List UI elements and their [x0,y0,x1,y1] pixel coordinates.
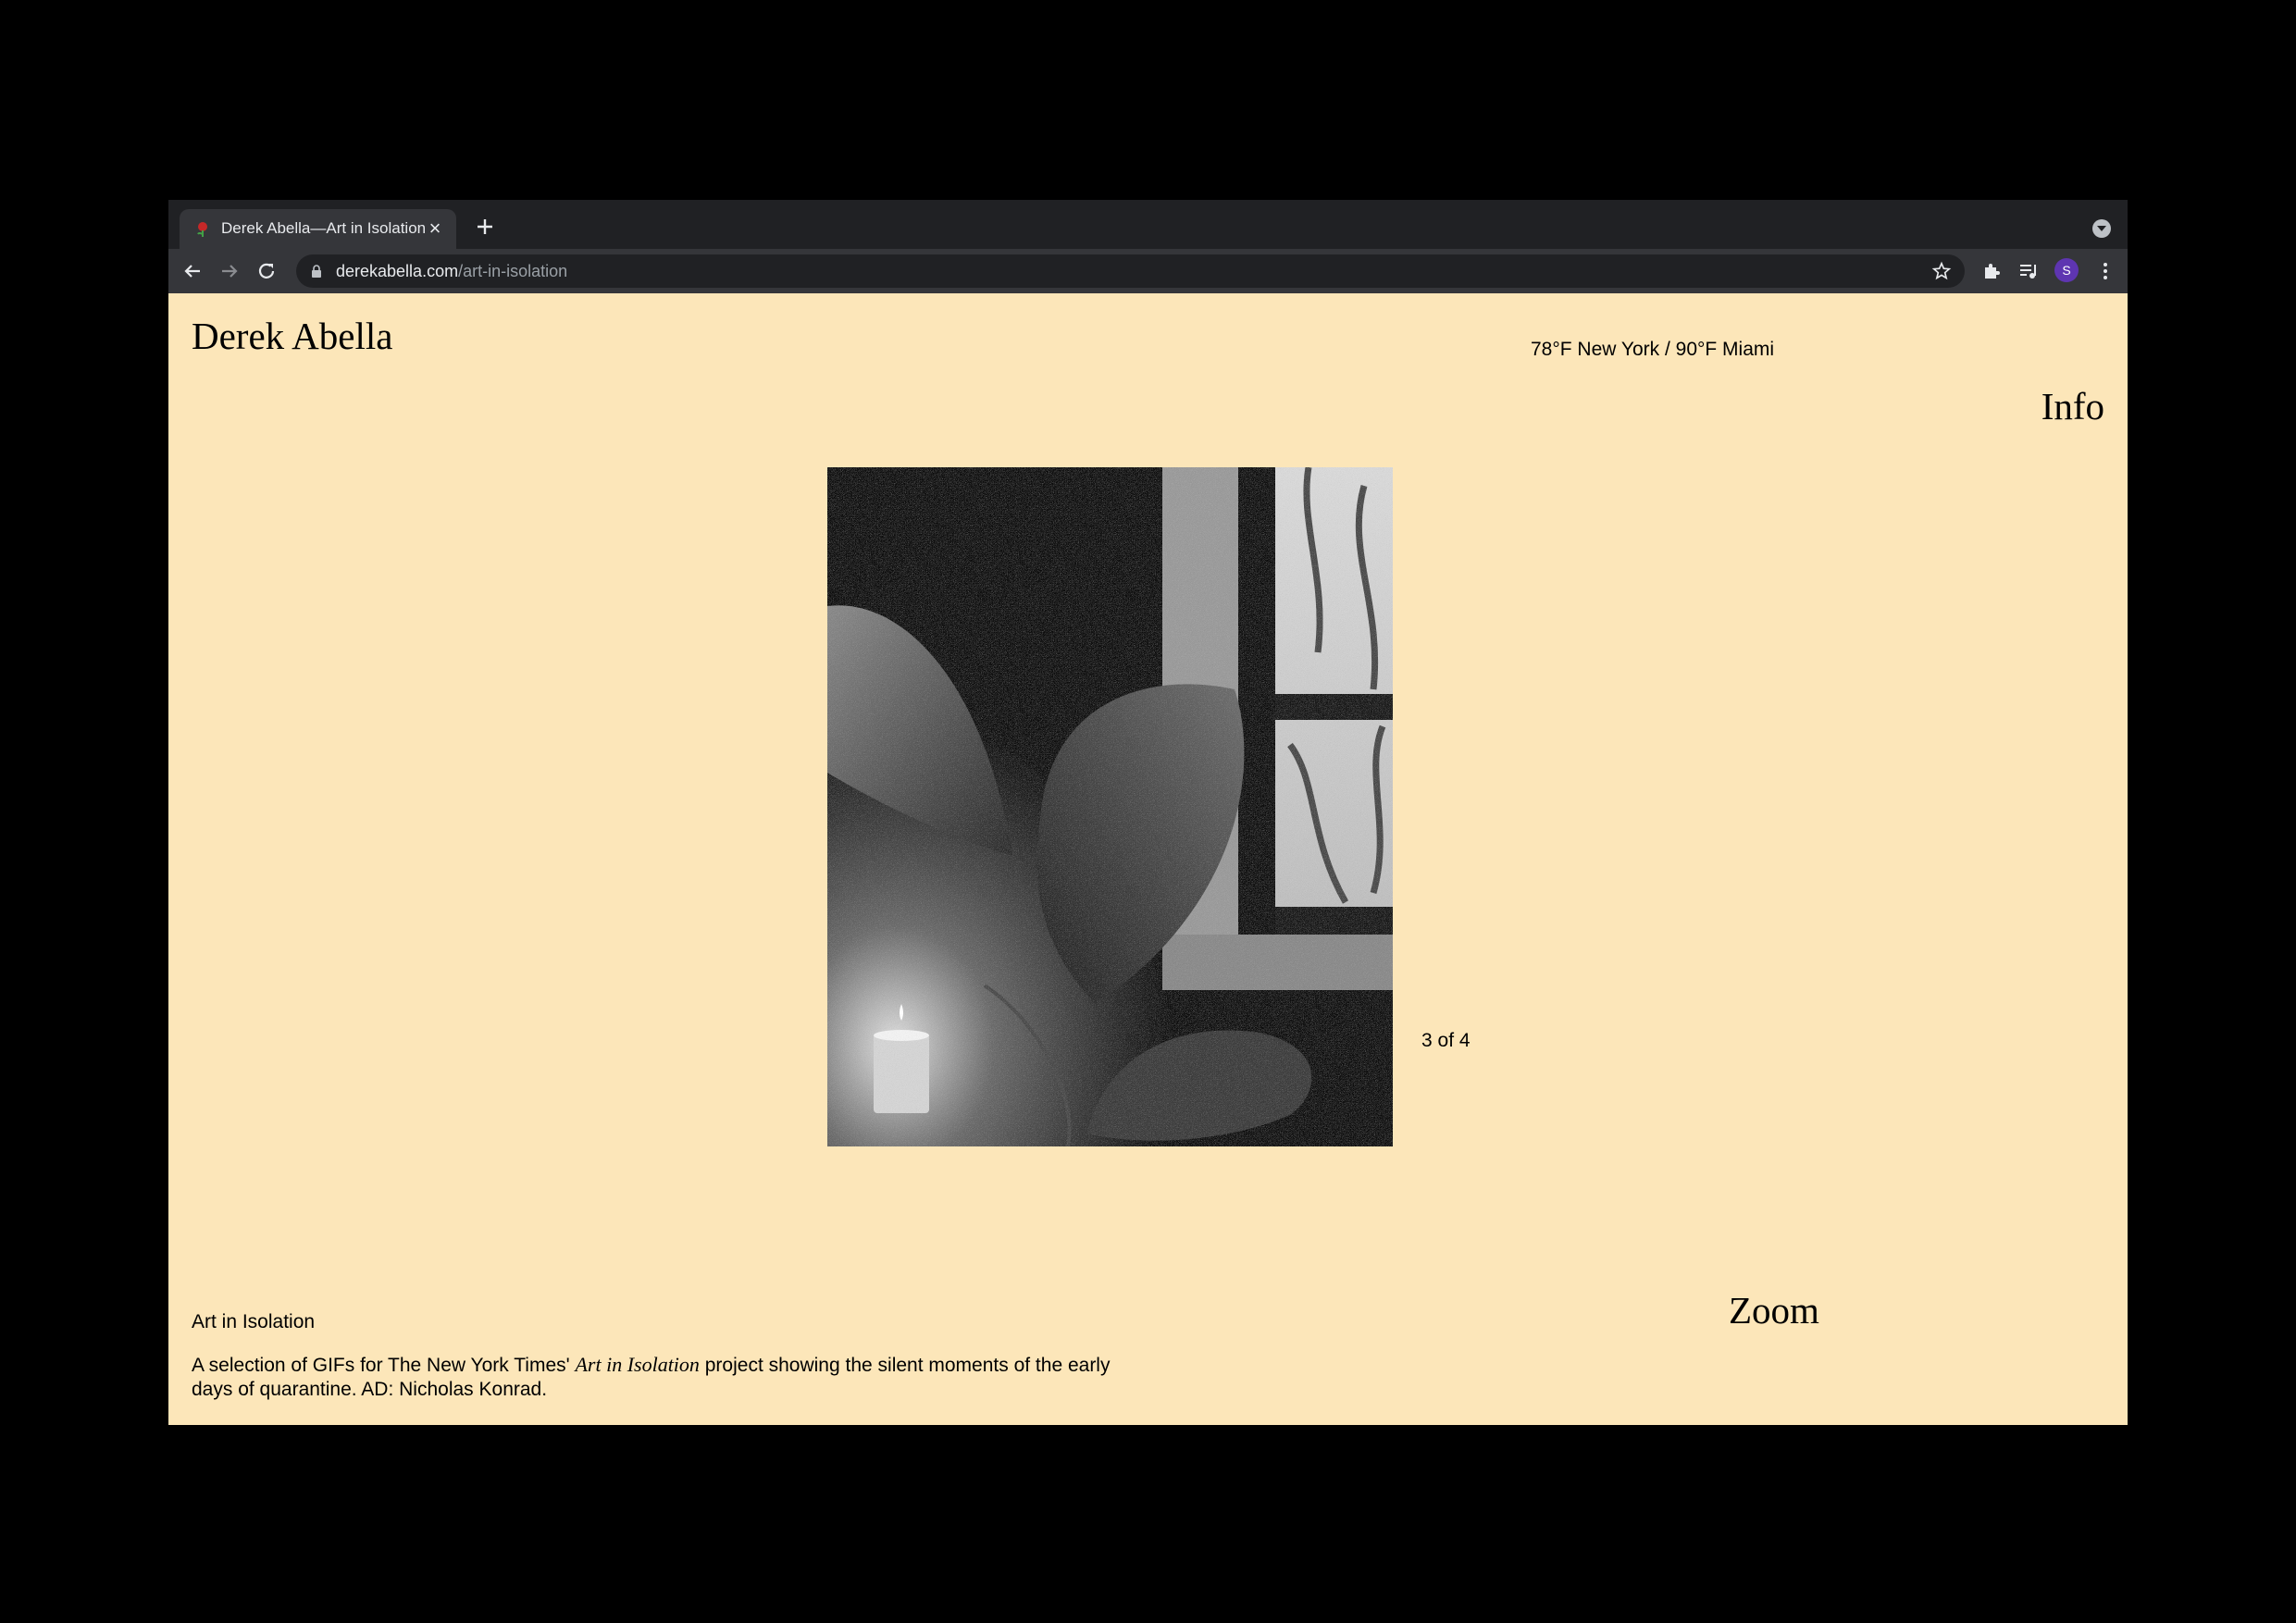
description-project-name: Art in Isolation [575,1353,700,1376]
address-bar[interactable]: derekabella.com/art-in-isolation [296,254,1965,288]
extensions-icon[interactable] [1980,260,2003,282]
page-viewport: Derek Abella 78°F New York / 90°F Miami … [168,293,2128,1425]
weather-text: 78°F New York / 90°F Miami [1531,339,1775,360]
browser-toolbar: derekabella.com/art-in-isolation S [168,249,2128,293]
rose-favicon-icon [197,222,207,237]
artwork-image[interactable] [827,467,1393,1146]
tab-strip: Derek Abella—Art in Isolation × [168,200,2128,249]
description-text-start: A selection of GIFs for The New York Tim… [192,1355,576,1376]
url-text: derekabella.com/art-in-isolation [336,262,567,281]
back-icon[interactable] [181,260,204,282]
bookmark-star-icon[interactable] [1931,261,1952,281]
site-name-link[interactable]: Derek Abella [192,314,392,358]
new-tab-icon[interactable] [471,213,499,241]
lock-icon [312,265,321,278]
url-domain: derekabella.com [336,262,459,280]
project-description: A selection of GIFs for The New York Tim… [192,1353,1145,1402]
url-path: /art-in-isolation [458,262,568,280]
zoom-link[interactable]: Zoom [1729,1288,1819,1332]
close-tab-icon[interactable]: × [425,218,445,239]
media-controls-icon[interactable] [2017,260,2040,282]
profile-avatar[interactable]: S [2054,258,2079,282]
browser-tab[interactable]: Derek Abella—Art in Isolation × [180,209,456,249]
browser-window: Derek Abella—Art in Isolation × derekabe… [168,200,2128,1425]
forward-icon[interactable] [218,260,241,282]
slide-counter: 3 of 4 [1421,1030,1471,1051]
project-title: Art in Isolation [192,1311,316,1332]
tab-title: Derek Abella—Art in Isolation [221,219,427,237]
menu-kebab-icon[interactable] [2094,260,2116,282]
info-link[interactable]: Info [2042,384,2104,428]
tab-search-icon[interactable] [2092,219,2111,238]
reload-icon[interactable] [255,260,278,282]
